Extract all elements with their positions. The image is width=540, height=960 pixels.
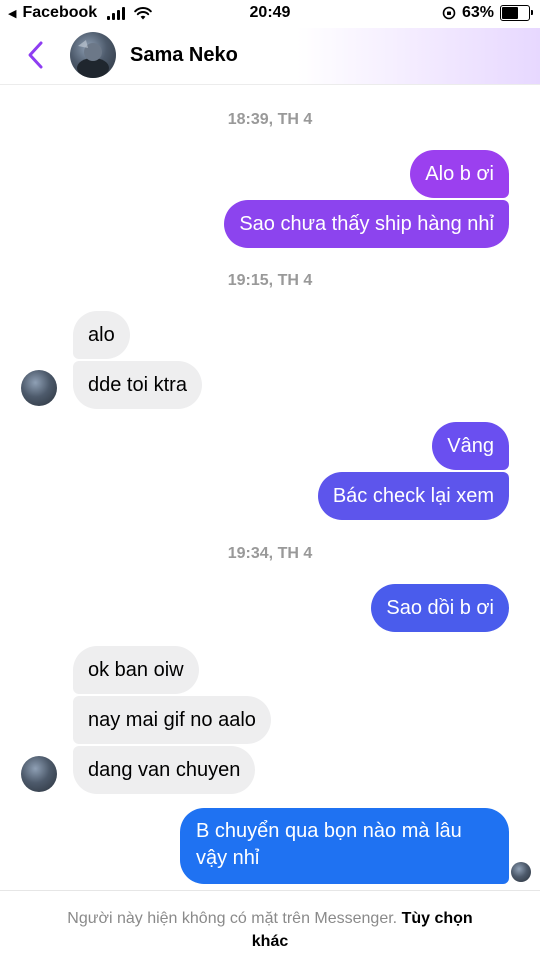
notice-text: Người này hiện không có mặt trên Messeng… (67, 910, 398, 927)
orientation-lock-icon (442, 6, 456, 20)
outgoing-message[interactable]: Sao dồi b ơi (371, 584, 509, 632)
incoming-message[interactable]: dde toi ktra (73, 361, 202, 409)
battery-fill (502, 7, 519, 19)
outgoing-message[interactable]: Alo b ơi (410, 150, 509, 198)
chat-header: Sama Neko (0, 28, 540, 85)
contact-avatar-small[interactable] (21, 756, 57, 792)
contact-avatar[interactable] (70, 32, 116, 78)
timestamp: 19:34, TH 4 (227, 545, 313, 562)
seen-receipt-avatar (511, 862, 531, 882)
unavailable-notice: Người này hiện không có mặt trên Messeng… (0, 890, 540, 960)
message-line: B chuyển qua bọn nào mà lâu (196, 820, 462, 842)
battery-percent: 63% (461, 4, 494, 21)
timestamp: 18:39, TH 4 (227, 111, 313, 128)
status-bar: ◀ Facebook 20:49 63% (0, 0, 540, 28)
message-list[interactable]: 18:39, TH 4 Alo b ơi Sao chưa thấy ship … (0, 84, 540, 890)
outgoing-message[interactable]: Bác check lại xem (317, 472, 509, 520)
incoming-message[interactable]: dang van chuyen (73, 746, 256, 794)
contact-avatar-small[interactable] (21, 370, 57, 406)
outgoing-message[interactable]: Vâng (432, 422, 509, 470)
outgoing-message[interactable]: B chuyển qua bọn nào mà lâu vậy nhỉ (180, 808, 509, 884)
message-line: vậy nhỉ (196, 847, 260, 869)
contact-name[interactable]: Sama Neko (130, 44, 238, 67)
outgoing-message[interactable]: Sao chưa thấy ship hàng nhỉ (224, 200, 509, 248)
timestamp: 19:15, TH 4 (227, 272, 313, 289)
status-right: 63% (442, 4, 533, 22)
incoming-message[interactable]: nay mai gif no aalo (73, 696, 271, 744)
incoming-message[interactable]: alo (73, 311, 130, 359)
back-arrow-icon[interactable] (22, 38, 50, 72)
battery-icon (500, 5, 533, 21)
incoming-message[interactable]: ok ban oiw (73, 646, 199, 694)
avatar-image-icon (77, 40, 109, 78)
